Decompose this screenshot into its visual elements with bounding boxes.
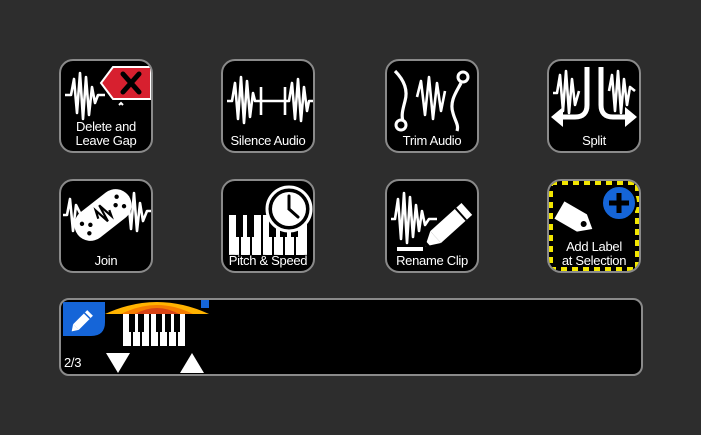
page-indicator: 2/3 [64,355,82,370]
tool-label: Join [94,253,118,268]
tool-label: Silence Audio [230,133,306,148]
tool-label: Delete and Leave Gap [75,119,137,148]
trim-audio-button[interactable]: Trim Audio [385,59,479,153]
join-button[interactable]: Join [59,179,153,273]
tool-label: Split [582,133,606,148]
silence-audio-button[interactable]: Silence Audio [221,59,315,153]
arrow-down-icon[interactable] [105,352,131,374]
edit-tools-palette: Delete and Leave Gap Silence Audio Trim … [0,0,701,435]
pitch-and-speed-button[interactable]: Pitch & Speed [221,179,315,273]
rename-clip-button[interactable]: Rename Clip [385,179,479,273]
tool-label: Add Label at Selection [561,239,627,268]
piano-keys-icon[interactable] [123,314,185,346]
split-button[interactable]: Split [547,59,641,153]
tool-pager-bar: 2/3 [59,298,643,376]
delete-and-leave-gap-button[interactable]: Delete and Leave Gap [59,59,153,153]
tool-label: Rename Clip [396,253,468,268]
pencil-icon[interactable] [63,302,105,336]
tool-label: Pitch & Speed [228,253,308,268]
tool-label: Trim Audio [402,133,462,148]
add-label-at-selection-button[interactable]: Add Label at Selection [547,179,641,273]
rainbow-arc-icon [105,300,209,314]
arrow-up-icon[interactable] [179,352,205,374]
